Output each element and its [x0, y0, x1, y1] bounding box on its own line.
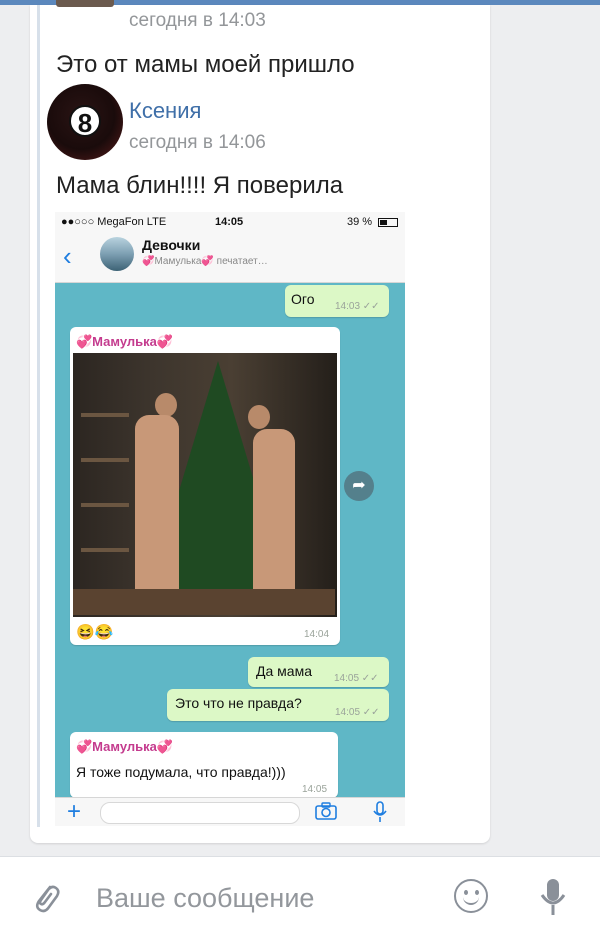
- back-icon: ‹: [63, 241, 72, 271]
- previous-author-avatar[interactable]: [56, 0, 114, 7]
- shelf: [81, 413, 129, 417]
- bubble-text: Ого: [291, 291, 315, 307]
- smile-icon[interactable]: [454, 879, 488, 913]
- message-time[interactable]: сегодня в 14:06: [129, 132, 266, 154]
- previous-message-text: Это от мамы моей пришло: [56, 51, 355, 78]
- shelf: [81, 458, 129, 462]
- group-avatar: [100, 237, 134, 271]
- attached-screenshot[interactable]: ●●○○○ MegaFon LTE 14:05 39 % ‹ Девочки 💞…: [55, 212, 405, 826]
- chat-input-bar: +: [55, 797, 405, 826]
- battery-label: 39 %: [347, 216, 373, 228]
- chat-bubble-photo: 💞Мамулька💞 😆😂 14:04: [70, 327, 340, 645]
- bubble-sender: 💞Мамулька💞: [76, 334, 174, 349]
- shelf: [81, 503, 129, 507]
- author-avatar[interactable]: 8: [47, 84, 123, 160]
- person-head: [155, 393, 177, 417]
- bubble-time: 14:05 ✓✓: [335, 707, 380, 718]
- chat-bubble-incoming: 💞Мамулька💞 Я тоже подумала, что правда!)…: [70, 732, 338, 798]
- mic-icon[interactable]: [539, 877, 567, 917]
- chat-header: ‹ Девочки 💞Мамулька💞 печатает…: [55, 234, 405, 283]
- forward-icon: ➦: [344, 471, 374, 501]
- chat-input-field: [100, 802, 300, 824]
- typing-status: 💞Мамулька💞 печатает…: [142, 256, 268, 267]
- person-head: [248, 405, 270, 429]
- group-name: Девочки: [142, 237, 201, 253]
- phone-status-bar: ●●○○○ MegaFon LTE 14:05 39 %: [55, 212, 405, 234]
- person-figure: [253, 429, 295, 597]
- mic-icon: [373, 801, 387, 822]
- bubble-time: 14:04: [304, 629, 330, 640]
- chat-bubble-outgoing: Да мама 14:05 ✓✓: [248, 657, 389, 687]
- shelf: [81, 548, 129, 552]
- status-clock: 14:05: [215, 216, 244, 228]
- chat-bubble-outgoing: Ого 14:03 ✓✓: [285, 285, 389, 317]
- bubble-time: 14:05: [302, 784, 328, 795]
- message-composer: Ваше сообщение: [0, 856, 600, 937]
- bubble-text: Это что не правда?: [175, 695, 302, 711]
- carrier-label: ●●○○○ MegaFon LTE: [61, 216, 167, 228]
- bubble-sender: 💞Мамулька💞: [76, 739, 174, 754]
- paperclip-icon[interactable]: [30, 879, 60, 915]
- bubble-time: 14:05 ✓✓: [334, 673, 379, 684]
- message-text: Мама блин!!!! Я поверила: [56, 172, 344, 199]
- bubble-text: Да мама: [256, 663, 312, 679]
- chat-bubble-outgoing: Это что не правда? 14:05 ✓✓: [167, 689, 389, 721]
- plus-icon: +: [67, 798, 82, 825]
- battery-icon: [378, 218, 398, 227]
- previous-message-time[interactable]: сегодня в 14:03: [129, 10, 266, 32]
- person-figure: [135, 415, 179, 597]
- reaction-emojis: 😆😂: [76, 624, 114, 641]
- repost-quote-line: [37, 5, 40, 827]
- floor: [73, 589, 335, 615]
- eight-ball-icon: 8: [69, 105, 101, 138]
- author-name[interactable]: Ксения: [129, 98, 201, 124]
- bubble-time: 14:03 ✓✓: [335, 301, 380, 312]
- message-input[interactable]: Ваше сообщение: [96, 883, 314, 914]
- christmas-tree-photo: [73, 353, 337, 617]
- bubble-text: Я тоже подумала, что правда!))): [76, 764, 286, 780]
- camera-icon: [315, 802, 337, 820]
